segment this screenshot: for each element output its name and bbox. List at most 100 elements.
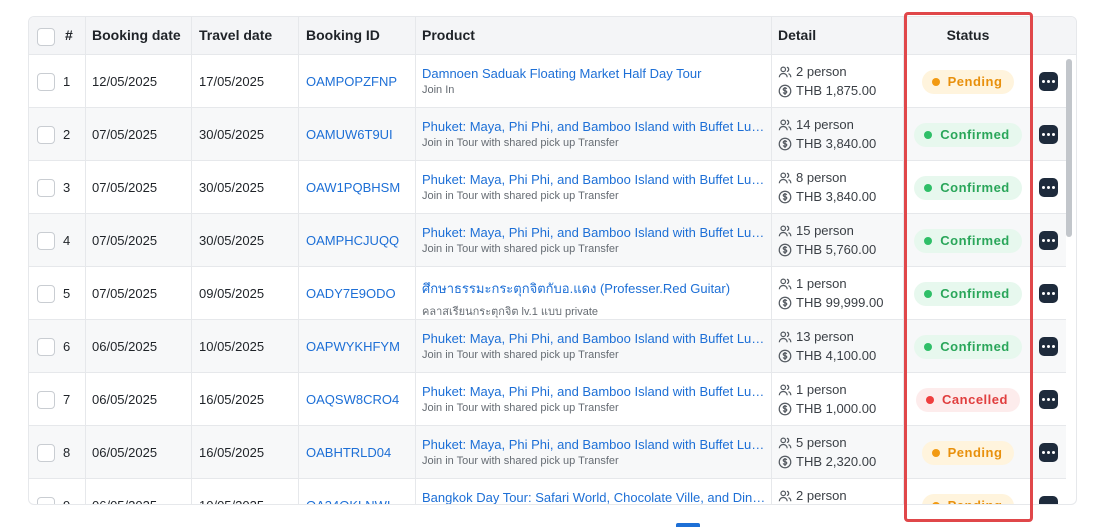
users-icon: [778, 277, 792, 291]
row-checkbox[interactable]: [37, 496, 55, 504]
dollar-circle-icon: [778, 243, 792, 257]
table-row[interactable]: 3 07/05/2025 30/05/2025 OAW1PQBHSM Phuket: M…: [29, 161, 1066, 214]
row-actions-button[interactable]: [1038, 231, 1058, 250]
product-title-link[interactable]: Phuket: Maya, Phi Phi, and Bamboo Island…: [422, 225, 766, 240]
product-cell: Phuket: Maya, Phi Phi, and Bamboo Island…: [422, 108, 770, 161]
booking-id-link[interactable]: OABHTRLD04: [306, 445, 391, 460]
row-checkbox[interactable]: [37, 390, 55, 409]
row-actions-button[interactable]: [1038, 337, 1058, 356]
table-row[interactable]: 7 06/05/2025 16/05/2025 OAQSW8CRO4 Phuket: M…: [29, 373, 1066, 426]
row-checkbox[interactable]: [37, 284, 55, 303]
booking-date: 07/05/2025: [92, 127, 158, 142]
status-label: Pending: [947, 445, 1003, 460]
row-checkbox-cell: [37, 426, 59, 479]
row-checkbox[interactable]: [37, 337, 55, 356]
table-row[interactable]: 9 06/05/2025 10/05/2025 OA34OKLNWI Bangkok D…: [29, 479, 1066, 504]
select-all-checkbox[interactable]: [37, 28, 55, 46]
product-cell: Phuket: Maya, Phi Phi, and Bamboo Island…: [422, 373, 770, 426]
detail-cell: 8 person THB 3,840.00: [778, 161, 902, 214]
col-header-product[interactable]: Product: [416, 17, 770, 55]
status-badge: Pending: [921, 493, 1015, 504]
booking-id-link[interactable]: OAMPHCJUQQ: [306, 233, 399, 248]
product-title-link[interactable]: Phuket: Maya, Phi Phi, and Bamboo Island…: [422, 331, 766, 346]
product-subtitle: คลาสเรียนกระตุกจิต lv.1 แบบ private: [422, 306, 599, 318]
row-actions-button[interactable]: [1038, 443, 1058, 462]
booking-id-link[interactable]: OA34OKLNWI: [306, 498, 391, 504]
product-title-link[interactable]: Phuket: Maya, Phi Phi, and Bamboo Island…: [422, 384, 766, 399]
booking-id-link[interactable]: OAQSW8CRO4: [306, 392, 399, 407]
row-actions-button[interactable]: [1038, 284, 1058, 303]
booking-id-link[interactable]: OADY7E9ODO: [306, 286, 396, 301]
product-title-link[interactable]: Bangkok Day Tour: Safari World, Chocolat…: [422, 490, 766, 504]
product-cell: Phuket: Maya, Phi Phi, and Bamboo Island…: [422, 320, 770, 373]
detail-cell: 1 person THB 99,999.00: [778, 267, 902, 320]
booking-id-link[interactable]: OAMPOPZFNP: [306, 74, 397, 89]
product-title-link[interactable]: Damnoen Saduak Floating Market Half Day …: [422, 66, 766, 81]
scrollbar-thumb[interactable]: [1066, 59, 1072, 237]
status-label: Pending: [947, 74, 1003, 89]
users-icon: [778, 436, 792, 450]
row-checkbox[interactable]: [37, 125, 55, 144]
row-checkbox-cell: [37, 108, 59, 161]
row-checkbox-cell: [37, 479, 59, 504]
dollar-circle-icon: [778, 190, 792, 204]
row-checkbox[interactable]: [37, 231, 55, 250]
row-checkbox[interactable]: [37, 443, 55, 462]
row-checkbox[interactable]: [37, 178, 55, 197]
col-header-booking-date[interactable]: Booking date: [86, 17, 191, 55]
travel-date: 30/05/2025: [199, 233, 265, 248]
dollar-circle-icon: [778, 137, 792, 151]
status-dot-icon: [924, 183, 933, 192]
col-header-travel-date[interactable]: Travel date: [193, 17, 298, 55]
dollar-circle-icon: [778, 296, 792, 310]
dollar-circle-icon: [778, 84, 792, 98]
status-badge: Confirmed: [914, 281, 1022, 306]
table-row[interactable]: 4 07/05/2025 30/05/2025 OAMPHCJUQQ Phuket: M…: [29, 214, 1066, 267]
status-dot-icon: [924, 236, 933, 245]
users-icon: [778, 65, 792, 79]
col-header-status[interactable]: Status: [904, 17, 1032, 55]
status-label: Pending: [948, 498, 1003, 504]
row-checkbox[interactable]: [37, 72, 55, 91]
column-divider: [903, 17, 904, 504]
table-row[interactable]: 2 07/05/2025 30/05/2025 OAMUW6T9UI Phuket: M…: [29, 108, 1066, 161]
status-cell: Pending: [904, 426, 1032, 479]
product-title-link[interactable]: Phuket: Maya, Phi Phi, and Bamboo Island…: [422, 119, 766, 134]
product-title-link[interactable]: ศึกษาธรรมะกระตุกจิตกับอ.แดง (Professer.R…: [422, 278, 766, 299]
travel-date: 17/05/2025: [199, 74, 265, 89]
detail-cell: 14 person THB 3,840.00: [778, 108, 902, 161]
travel-date: 30/05/2025: [199, 180, 265, 195]
pagination-active-page[interactable]: [676, 523, 700, 527]
product-cell: Phuket: Maya, Phi Phi, and Bamboo Island…: [422, 214, 770, 267]
table-row[interactable]: 5 07/05/2025 09/05/2025 OADY7E9ODO ศึกษาธรรม…: [29, 267, 1066, 320]
product-title-link[interactable]: Phuket: Maya, Phi Phi, and Bamboo Island…: [422, 172, 766, 187]
row-actions-button[interactable]: [1038, 178, 1058, 197]
product-title-link[interactable]: Phuket: Maya, Phi Phi, and Bamboo Island…: [422, 437, 766, 452]
price: THB 5,760.00: [796, 242, 877, 257]
dollar-circle-icon: [778, 455, 792, 469]
row-actions-button[interactable]: [1038, 72, 1058, 91]
row-actions-button[interactable]: [1038, 390, 1058, 409]
booking-id-link[interactable]: OAW1PQBHSM: [306, 180, 400, 195]
col-header-booking-id[interactable]: Booking ID: [300, 17, 415, 55]
detail-cell: 1 person THB 1,000.00: [778, 373, 902, 426]
row-actions-button[interactable]: [1038, 125, 1058, 144]
row-checkbox-cell: [37, 373, 59, 426]
users-icon: [778, 330, 792, 344]
price: THB 1,000.00: [796, 401, 877, 416]
row-checkbox-cell: [37, 55, 59, 108]
row-number: 5: [63, 286, 71, 301]
product-subtitle: Join in Tour with shared pick up Transfe…: [422, 455, 619, 467]
vertical-scrollbar[interactable]: [1066, 59, 1072, 499]
dollar-circle-icon: [778, 402, 792, 416]
col-header-detail[interactable]: Detail: [772, 17, 902, 55]
table-row[interactable]: 1 12/05/2025 17/05/2025 OAMPOPZFNP Damnoen S…: [29, 55, 1066, 108]
booking-id-link[interactable]: OAPWYKHFYM: [306, 339, 400, 354]
price: THB 99,999.00: [796, 295, 884, 310]
row-actions-button[interactable]: [1038, 496, 1058, 504]
booking-id-link[interactable]: OAMUW6T9UI: [306, 127, 393, 142]
table-row[interactable]: 6 06/05/2025 10/05/2025 OAPWYKHFYM Phuket: M…: [29, 320, 1066, 373]
price: THB 3,840.00: [796, 189, 877, 204]
row-checkbox-cell: [37, 214, 59, 267]
table-row[interactable]: 8 06/05/2025 16/05/2025 OABHTRLD04 Phuket: M…: [29, 426, 1066, 479]
